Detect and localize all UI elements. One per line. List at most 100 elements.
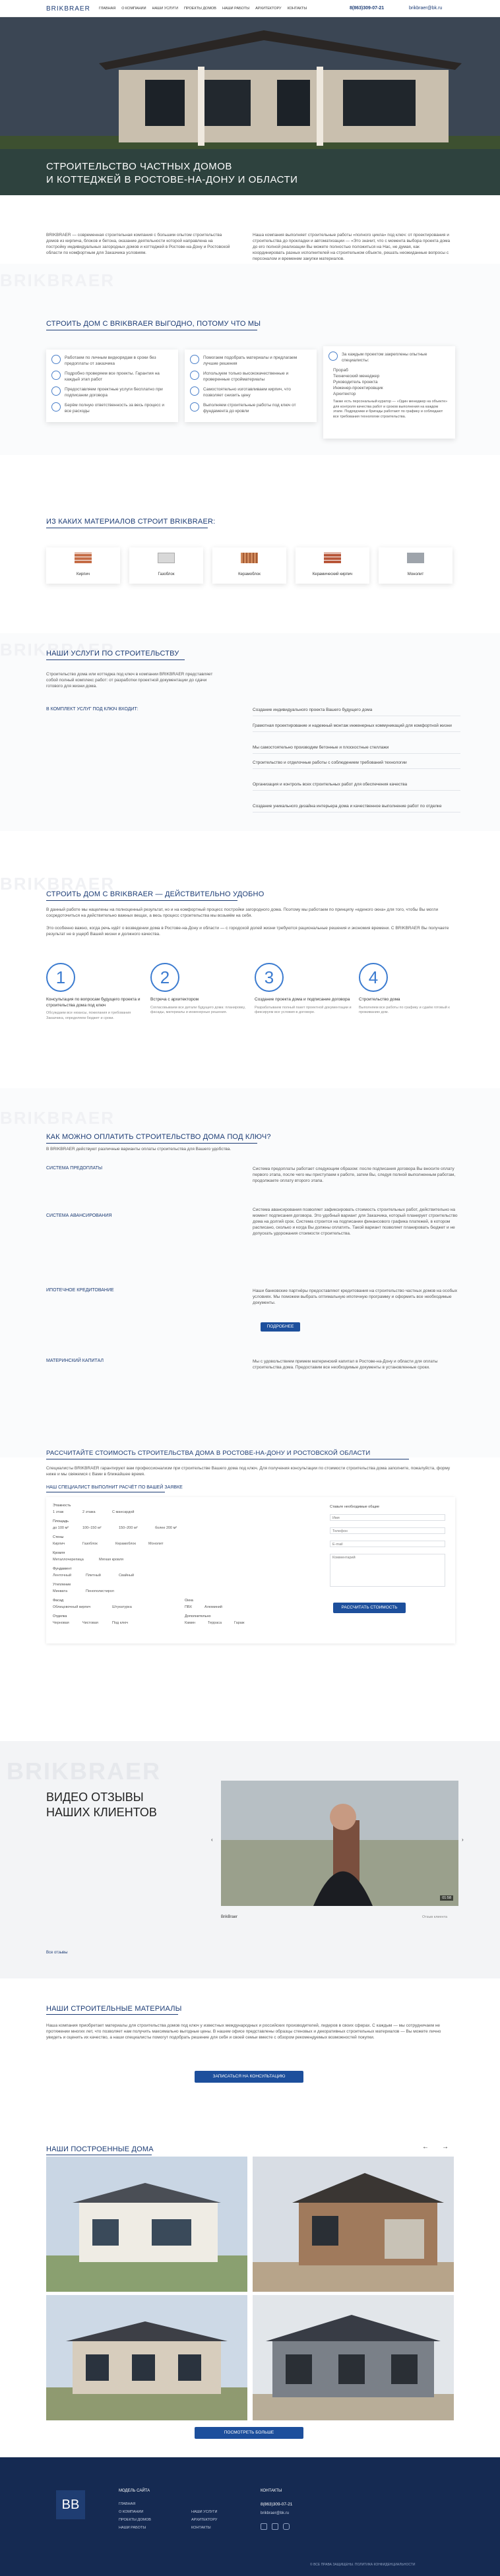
brick-icon (190, 371, 199, 380)
calc-option[interactable]: ПВХ (185, 1605, 192, 1609)
calc-label: Стены (53, 1535, 64, 1539)
calc-label: Окна (185, 1599, 193, 1603)
step-2: 2 Встреча с архитектором Согласовываем в… (150, 963, 249, 1016)
calc-option[interactable]: Черновая (53, 1621, 69, 1625)
step-1: 1 Консультация по вопросам будущего прое… (46, 963, 145, 1021)
nav-item-works[interactable]: НАШИ РАБОТЫ (222, 7, 249, 11)
name-field[interactable]: Имя (330, 1514, 445, 1521)
phone-field[interactable]: Телефон (330, 1527, 445, 1534)
calc-option[interactable]: Терраса (208, 1621, 222, 1625)
benefits-watermark: BRIKBRAER (0, 270, 115, 290)
material-label: Керамоблок (238, 572, 261, 576)
comment-field[interactable]: Комментарий (330, 1554, 445, 1587)
prev-arrow-icon[interactable]: ← (422, 2143, 429, 2151)
logo[interactable]: BRIKBRAER (46, 5, 90, 13)
built-house-photo-4[interactable] (253, 2295, 454, 2420)
calc-option[interactable]: С мансардой (112, 1510, 134, 1514)
document-icon (51, 386, 61, 396)
footer-phone[interactable]: 8(863)309-07-21 (261, 2502, 292, 2507)
all-reviews-link[interactable]: Все отзывы (46, 1951, 68, 1955)
gasblock-icon (158, 553, 175, 563)
footer-link[interactable]: ПРОЕКТЫ ДОМОВ (119, 2518, 151, 2522)
service-row: Создание уникального дизайна интерьера д… (253, 801, 460, 813)
footer-contacts-title: КОНТАКТЫ (261, 2489, 282, 2493)
nav-item-about[interactable]: О КОМПАНИИ (121, 7, 146, 11)
footer-link[interactable]: НАШИ РАБОТЫ (119, 2526, 146, 2530)
calc-option[interactable]: до 100 м² (53, 1526, 69, 1530)
nav-item-home[interactable]: ГЛАВНАЯ (99, 7, 115, 11)
hero-title-line1: СТРОИТЕЛЬСТВО ЧАСТНЫХ ДОМОВ (46, 161, 232, 172)
vk-icon[interactable] (272, 2523, 278, 2530)
calc-option[interactable]: Гараж (234, 1621, 245, 1625)
payment-method-text: Мы с удовольствием примем материнский ка… (253, 1359, 438, 1370)
payment-method-name: МАТЕРИНСКИЙ КАПИТАЛ (46, 1359, 104, 1363)
calc-option[interactable]: Штукатурка (112, 1605, 132, 1609)
calculate-button[interactable]: РАССЧИТАТЬ СТОИМОСТЬ (333, 1603, 406, 1613)
calc-option[interactable]: Монолит (148, 1542, 163, 1546)
calc-option[interactable]: Плитный (86, 1574, 101, 1578)
nav-item-services[interactable]: НАШИ УСЛУГИ (152, 7, 178, 11)
calc-option[interactable]: Пенополистирол (86, 1589, 114, 1593)
benefit-tall-title: За каждым проектом закреплены опытные сп… (342, 352, 427, 363)
calc-option[interactable]: 100–150 м² (82, 1526, 102, 1530)
footer-link[interactable]: О КОМПАНИИ (119, 2510, 143, 2514)
benefit-item: Используем только высококачественные и п… (203, 371, 289, 382)
monolith-icon (407, 553, 424, 563)
material-label: Газоблок (158, 572, 175, 576)
email-field[interactable]: E-mail (330, 1541, 445, 1547)
calc-desc: Специалисты BRIKBRAER гарантируют вам пр… (46, 1466, 451, 1477)
instagram-icon[interactable] (283, 2523, 290, 2530)
calc-option[interactable]: Облицовочный кирпич (53, 1605, 90, 1609)
footer-link[interactable]: АРХИТЕКТОРУ (191, 2518, 217, 2522)
footer-logo[interactable]: BB (56, 2490, 85, 2519)
video-player[interactable]: 01:58 (221, 1781, 458, 1906)
payment-method-text: Система авансирования позволяет зафиксир… (253, 1208, 458, 1236)
video-caption: Отзыв клиента (422, 1915, 448, 1919)
calc-option[interactable]: Мягкая кровля (99, 1558, 123, 1562)
prev-arrow-icon[interactable]: ‹ (211, 1837, 213, 1843)
built-house-photo-2[interactable] (253, 2157, 454, 2292)
header-phone[interactable]: 8(863)309-07-21 (350, 6, 384, 11)
calc-option[interactable]: Чистовая (82, 1621, 98, 1625)
next-arrow-icon[interactable]: › (462, 1837, 464, 1843)
built-house-photo-1[interactable] (46, 2157, 247, 2292)
step-4: 4 Строительство дома Выполняем все работ… (359, 963, 458, 1016)
header-email[interactable]: brikbraer@bk.ru (409, 6, 442, 11)
calc-label: Дополнительно (185, 1614, 211, 1618)
benefit-item: Помогаем подобрать материалы и предлагае… (203, 355, 297, 366)
nav-item-architect[interactable]: АРХИТЕКТОРУ (255, 7, 281, 11)
nav-item-contacts[interactable]: КОНТАКТЫ (288, 7, 307, 11)
calc-option[interactable]: Керамоблок (115, 1542, 136, 1546)
calc-option[interactable]: Камин (185, 1621, 195, 1625)
footer-link[interactable]: КОНТАКТЫ (191, 2526, 211, 2530)
wallet-icon (51, 402, 61, 412)
calc-option[interactable]: Алюминий (204, 1605, 222, 1609)
materials2-title: НАШИ СТРОИТЕЛЬНЫЕ МАТЕРИАЛЫ (46, 2005, 182, 2013)
intro-right-text: Наша компания выполняет строительные раб… (253, 233, 451, 261)
benefit-item: Берём полную ответственность за весь про… (65, 403, 165, 414)
footer-link[interactable]: НАШИ УСЛУГИ (191, 2510, 217, 2514)
calc-option[interactable]: Газоблок (82, 1542, 98, 1546)
calc-option[interactable]: 150–200 м² (119, 1526, 138, 1530)
built-house-photo-3[interactable] (46, 2295, 247, 2420)
consultation-button[interactable]: ЗАПИСАТЬСЯ НА КОНСУЛЬТАЦИЮ (195, 2071, 303, 2083)
calc-option[interactable]: Минвата (53, 1589, 67, 1593)
calc-option[interactable]: более 200 м² (155, 1526, 177, 1530)
calc-option[interactable]: Свайный (119, 1574, 134, 1578)
nav-item-projects[interactable]: ПРОЕКТЫ ДОМОВ (184, 7, 216, 11)
calc-option[interactable]: Кирпич (53, 1542, 65, 1546)
calc-option[interactable]: 2 этажа (82, 1510, 96, 1514)
see-more-button[interactable]: ПОСМОТРЕТЬ БОЛЬШЕ (195, 2427, 303, 2439)
calc-option[interactable]: 1 этаж (53, 1510, 63, 1514)
ceramic-brick-icon (324, 553, 341, 563)
next-arrow-icon[interactable]: → (442, 2143, 449, 2151)
mortgage-more-button[interactable]: ПОДРОБНЕЕ (261, 1322, 300, 1332)
calc-option[interactable]: Под ключ (112, 1621, 128, 1625)
material-label: Монолит (407, 572, 424, 576)
footer-link[interactable]: ГЛАВНАЯ (119, 2502, 135, 2506)
calc-option[interactable]: Ленточный (53, 1574, 71, 1578)
footer-email[interactable]: brikbraer@bk.ru (261, 2511, 289, 2515)
step-number-circle: 3 (255, 963, 284, 992)
calc-option[interactable]: Металлочерепица (53, 1558, 84, 1562)
facebook-icon[interactable] (261, 2523, 267, 2530)
